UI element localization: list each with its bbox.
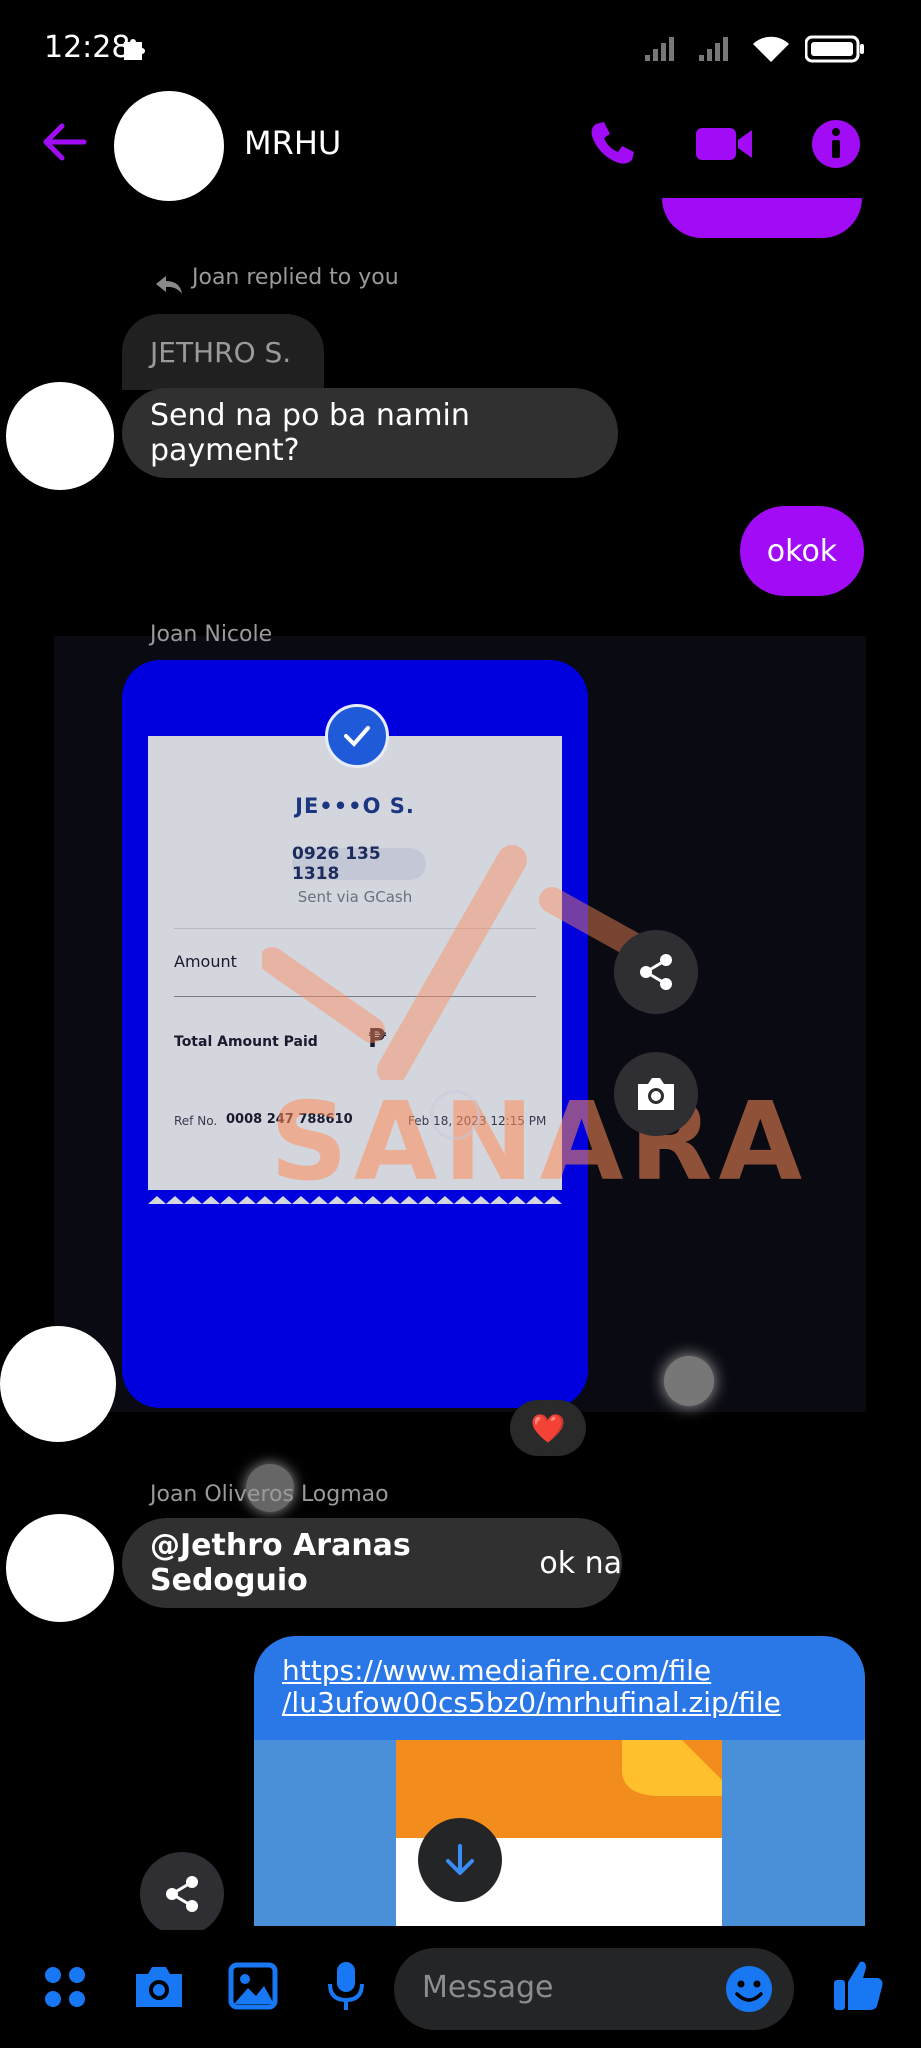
video-call-icon[interactable] [694, 118, 754, 170]
arrow-down-icon [446, 1844, 474, 1875]
message-text: ok na [529, 1545, 622, 1581]
message-input[interactable]: Message [394, 1948, 794, 2030]
touch-indicator [664, 1356, 714, 1406]
sender-name-2: Joan Nicole [150, 622, 273, 647]
microphone-icon[interactable] [326, 1960, 366, 2012]
puzzle-icon [124, 39, 145, 60]
share-icon [166, 1876, 198, 1912]
sender-avatar-3[interactable] [6, 1514, 114, 1622]
success-check-icon [325, 704, 389, 768]
previous-outgoing-bubble[interactable] [662, 198, 862, 238]
phone-call-icon[interactable] [586, 118, 638, 170]
back-arrow-icon[interactable] [40, 118, 88, 166]
message-placeholder: Message [422, 1970, 554, 2005]
battery-icon [805, 35, 864, 63]
receipt-name: JE•••O S. [295, 794, 415, 818]
chat-avatar[interactable] [114, 91, 224, 201]
watermark-logo-icon [262, 845, 655, 1080]
link-line-1[interactable]: https://www.mediafire.com/file [282, 1654, 711, 1687]
link-preview-image[interactable] [254, 1740, 865, 1926]
signal-icon-2 [699, 37, 728, 61]
incoming-message-3[interactable]: @Jethro Aranas Sedoguio ok na [122, 1518, 622, 1608]
watermark-text: SANARA [270, 1080, 809, 1205]
gallery-icon[interactable] [228, 1962, 278, 2010]
touch-indicator [430, 1090, 480, 1140]
share-icon [640, 954, 672, 990]
incoming-message-1[interactable]: Send na po ba namin payment? [122, 388, 618, 478]
outgoing-message-1[interactable]: okok [740, 506, 864, 596]
share-image-button[interactable] [614, 930, 698, 1014]
like-thumbs-up-icon[interactable] [832, 1958, 884, 2012]
emoji-icon[interactable] [724, 1964, 774, 2014]
link-line-2[interactable]: /lu3ufow00cs5bz0/mrhufinal.zip/file [282, 1686, 781, 1719]
save-image-button[interactable] [614, 1052, 698, 1136]
wifi-icon [753, 36, 789, 62]
signal-icon-1 [645, 37, 674, 61]
heart-reaction[interactable]: ❤️ [510, 1400, 586, 1456]
receipt-ref-label: Ref No. [174, 1114, 218, 1128]
reply-meta: Joan replied to you [192, 265, 399, 290]
camera-icon[interactable] [132, 1964, 186, 2010]
share-link-button[interactable] [140, 1852, 224, 1936]
quoted-message[interactable]: JETHRO S. [122, 314, 324, 390]
scroll-to-bottom-button[interactable] [418, 1818, 502, 1902]
receipt-amount-label: Amount [174, 952, 237, 971]
reply-arrow-icon [156, 276, 182, 294]
camera-icon [638, 1078, 674, 1110]
chat-title[interactable]: MRHU [244, 124, 341, 162]
sender-avatar-2[interactable] [0, 1326, 116, 1442]
link-message[interactable]: https://www.mediafire.com/file /lu3ufow0… [254, 1636, 865, 1926]
sender-avatar-1[interactable] [6, 382, 114, 490]
apps-grid-icon[interactable] [42, 1964, 88, 2010]
sender-name-3: Joan Oliveros Logmao [150, 1482, 389, 1507]
mention-link[interactable]: @Jethro Aranas Sedoguio [150, 1528, 530, 1598]
info-icon[interactable] [810, 118, 862, 170]
status-time: 12:28 [44, 30, 131, 65]
status-icons [643, 34, 865, 64]
